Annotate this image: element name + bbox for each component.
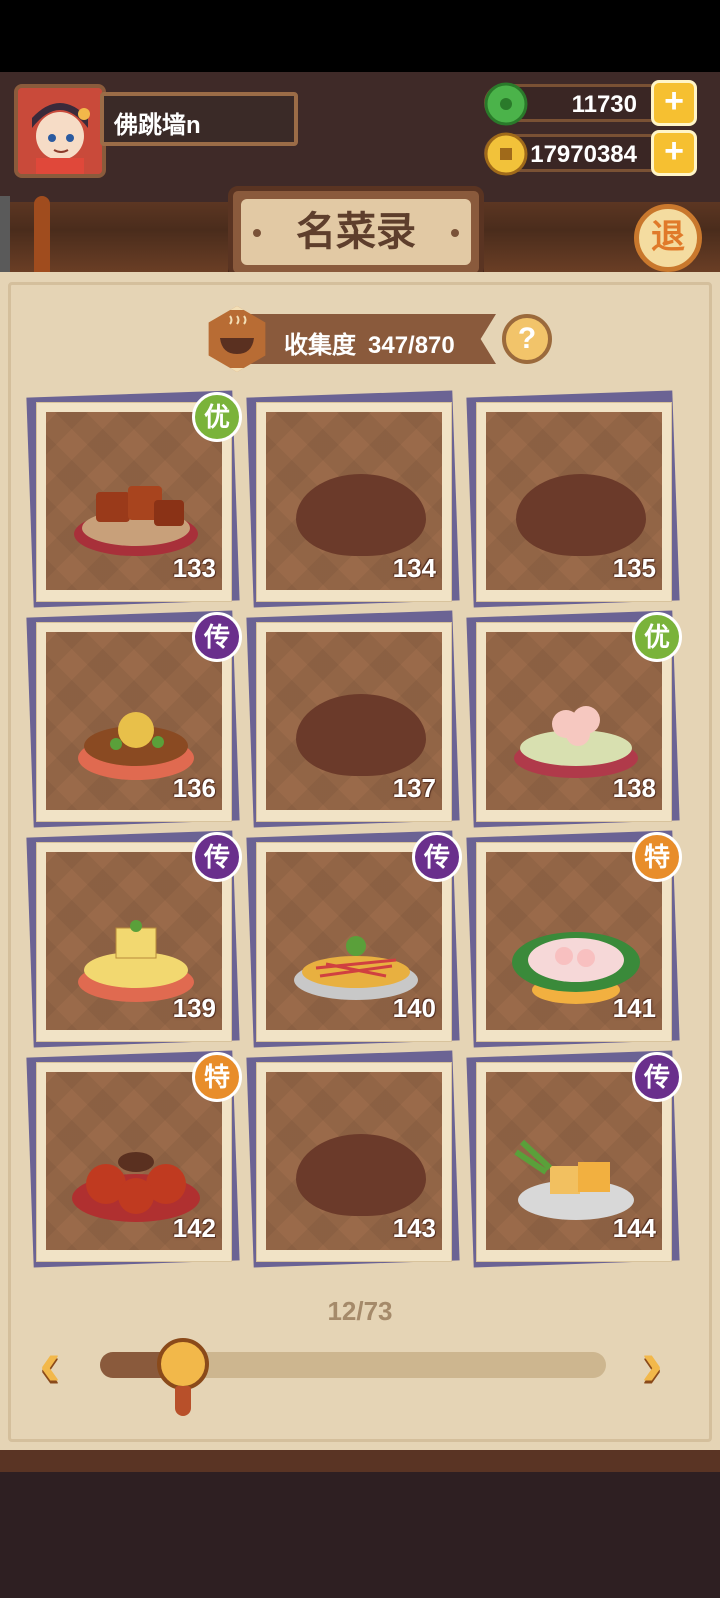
rarity-badge: 传 (412, 832, 462, 882)
exit-button[interactable]: 退 (634, 204, 702, 272)
card-frame: 144 (486, 1072, 662, 1250)
card-frame: 137 (266, 632, 442, 810)
jade-value: 11730 (571, 91, 637, 118)
card-frame: 134 (266, 412, 442, 590)
card-frame: 139 (46, 852, 222, 1030)
rarity-badge: 传 (192, 612, 242, 662)
card-frame: 140 (266, 852, 442, 1030)
page-title: 名菜录 (241, 199, 471, 265)
gold-coin-icon (484, 132, 528, 176)
gold-value: 17970384 (530, 141, 637, 168)
card-frame: 141 (486, 852, 662, 1030)
dish-number: 133 (172, 553, 216, 583)
jade-currency: 11730 + (484, 80, 697, 126)
dish-card-138[interactable]: 138 优 (466, 610, 682, 828)
dish-card-133[interactable]: 133 优 (26, 390, 242, 608)
dish-number: 135 (612, 553, 656, 583)
locked-dish-silhouette (296, 474, 426, 556)
dish-card-143[interactable]: 143 (246, 1050, 460, 1268)
dish-number: 142 (172, 1213, 216, 1243)
title-dot-right (451, 229, 459, 237)
add-gold-button[interactable]: + (651, 130, 697, 176)
dish-card-144[interactable]: 144 传 (466, 1050, 682, 1268)
card-frame: 133 (46, 412, 222, 590)
dish-card-135[interactable]: 135 (466, 390, 680, 608)
rarity-badge: 优 (632, 612, 682, 662)
title-board: 名菜录 (228, 186, 484, 278)
collection-bar: 收集度 347/870 (240, 314, 496, 364)
next-page-button[interactable]: › (622, 1330, 682, 1400)
status-bar (0, 0, 720, 72)
player-name: 佛跳墙n (114, 112, 201, 139)
dish-card-139[interactable]: 139 传 (26, 830, 242, 1048)
rarity-badge: 优 (192, 392, 242, 442)
card-frame: 142 (46, 1072, 222, 1250)
beam-post (34, 196, 50, 280)
locked-dish-silhouette (296, 694, 426, 776)
dish-number: 136 (172, 773, 216, 803)
page-slider-knob[interactable] (157, 1338, 209, 1390)
dish-number: 143 (392, 1213, 436, 1243)
locked-dish-silhouette (296, 1134, 426, 1216)
dish-card-137[interactable]: 137 (246, 610, 460, 828)
dish-number: 140 (392, 993, 436, 1023)
locked-dish-silhouette (516, 474, 646, 556)
screen-edge (0, 196, 10, 276)
page-indicator: 12/73 (327, 1296, 393, 1326)
prev-page-button[interactable]: ‹ (20, 1330, 80, 1400)
jade-coin-icon (484, 82, 528, 126)
collection-label: 收集度 (284, 332, 356, 359)
dish-number: 134 (392, 553, 436, 583)
rarity-badge: 传 (192, 832, 242, 882)
dish-card-142[interactable]: 142 特 (26, 1050, 242, 1268)
dish-number: 139 (172, 993, 216, 1023)
collection-value: 347/870 (368, 332, 455, 359)
dish-card-134[interactable]: 134 (246, 390, 460, 608)
slider-tassel (175, 1386, 191, 1416)
rarity-badge: 特 (632, 832, 682, 882)
dish-card-136[interactable]: 136 传 (26, 610, 242, 828)
avatar-portrait-icon (18, 88, 102, 174)
rarity-badge: 特 (192, 1052, 242, 1102)
bottom-frame (0, 1450, 720, 1472)
steaming-bowl-icon (220, 315, 254, 354)
card-frame: 135 (486, 412, 662, 590)
title-dot-left (253, 229, 261, 237)
card-frame: 136 (46, 632, 222, 810)
card-frame: 143 (266, 1072, 442, 1250)
dish-number: 137 (392, 773, 436, 803)
player-name-plate: 佛跳墙n (100, 92, 298, 146)
dish-card-141[interactable]: 141 特 (466, 830, 682, 1048)
bottom-area (0, 1472, 720, 1598)
help-button[interactable]: ? (502, 314, 552, 364)
dish-number: 141 (612, 993, 656, 1023)
add-jade-button[interactable]: + (651, 80, 697, 126)
dish-card-140[interactable]: 140 传 (246, 830, 462, 1048)
rarity-badge: 传 (632, 1052, 682, 1102)
dish-number: 138 (612, 773, 656, 803)
player-avatar[interactable] (14, 84, 106, 178)
dish-number: 144 (612, 1213, 656, 1243)
gold-currency: 17970384 + (484, 130, 697, 176)
card-frame: 138 (486, 632, 662, 810)
